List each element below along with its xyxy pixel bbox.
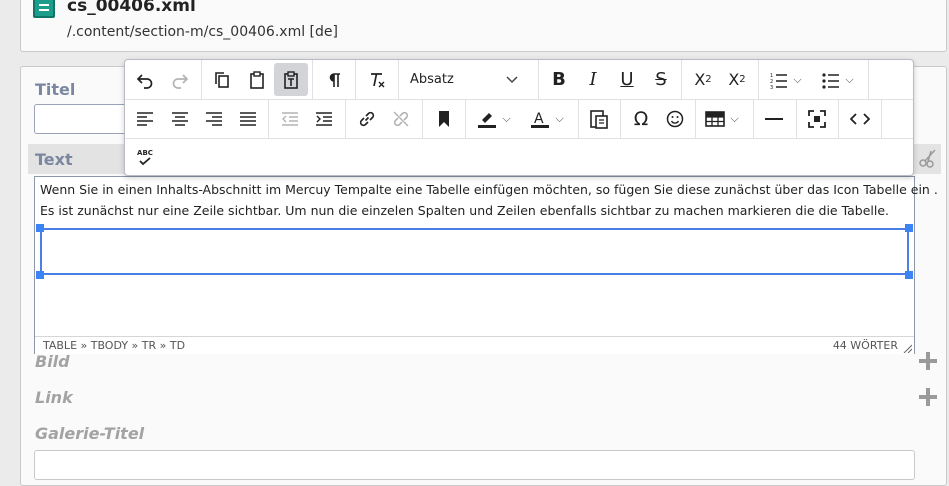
- resize-grip-icon[interactable]: [902, 343, 912, 353]
- spellcheck-button[interactable]: ABC: [128, 141, 162, 174]
- highlight-color-button[interactable]: ⌵: [470, 102, 518, 135]
- editor-line: Wenn Sie in einen Inhalts-Abschnitt im M…: [40, 182, 938, 197]
- redo-button[interactable]: [163, 63, 197, 96]
- numbered-list-button[interactable]: 123 ⌵: [763, 63, 809, 96]
- link-label: Link: [35, 388, 73, 407]
- decrease-indent-button[interactable]: [273, 102, 307, 135]
- galerie-titel-label: Galerie-Titel: [35, 424, 145, 443]
- superscript-button[interactable]: X2: [720, 63, 754, 96]
- paragraph-format-dropdown[interactable]: Absatz: [410, 63, 528, 96]
- word-count: 44 WÖRTER: [832, 339, 898, 352]
- element-path[interactable]: TABLE » TBODY » TR » TD: [43, 339, 185, 352]
- justify-button[interactable]: [231, 102, 265, 135]
- chevron-down-icon: ⌵: [555, 111, 564, 125]
- toolbar-row-3: ABC: [125, 138, 913, 177]
- bookmark-icon[interactable]: [427, 102, 461, 135]
- italic-button[interactable]: I: [576, 63, 610, 96]
- resize-handle-top-left[interactable]: [36, 224, 44, 232]
- chevron-down-icon: ⌵: [793, 72, 802, 86]
- file-title: cs_00406.xml: [67, 0, 196, 16]
- show-blocks-button[interactable]: [317, 63, 351, 96]
- add-bild-icon[interactable]: [919, 352, 937, 370]
- spellcheck-label: ABC: [137, 149, 153, 157]
- editor-toolbar: Absatz B I U S X2 X2 123 ⌵ ⌵ ⌵ A ⌵ Ω ⌵ A…: [124, 59, 914, 176]
- resize-handle-bottom-left[interactable]: [36, 271, 44, 279]
- add-link-icon[interactable]: [919, 388, 937, 406]
- galerie-titel-input[interactable]: [34, 450, 915, 480]
- chevron-down-icon: ⌵: [730, 111, 739, 125]
- scissors-icon[interactable]: [918, 148, 938, 168]
- paragraph-format-value: Absatz: [410, 72, 454, 87]
- resize-handle-bottom-right[interactable]: [905, 271, 913, 279]
- file-path: /.content/section-m/cs_00406.xml [de]: [67, 24, 338, 40]
- svg-text:A: A: [534, 111, 544, 127]
- xml-file-icon: [33, 0, 55, 18]
- paste-as-text-button[interactable]: [274, 63, 308, 96]
- titel-label: Titel: [35, 80, 76, 99]
- undo-button[interactable]: [128, 63, 162, 96]
- subscript-button[interactable]: X2: [686, 63, 720, 96]
- toolbar-row-1: Absatz B I U S X2 X2 123 ⌵ ⌵: [125, 60, 913, 100]
- toolbar-row-2: ⌵ A ⌵ Ω ⌵: [125, 99, 913, 139]
- selected-table[interactable]: [40, 228, 909, 275]
- chevron-down-icon: ⌵: [845, 72, 854, 86]
- link-button[interactable]: [350, 102, 384, 135]
- source-code-button[interactable]: [843, 102, 877, 135]
- svg-text:3: 3: [770, 85, 773, 89]
- align-center-button[interactable]: [163, 102, 197, 135]
- underline-button[interactable]: U: [610, 63, 644, 96]
- unlink-button[interactable]: [384, 102, 418, 135]
- editor-content[interactable]: Wenn Sie in einen Inhalts-Abschnitt im M…: [40, 179, 938, 221]
- chevron-down-icon: [506, 75, 518, 84]
- increase-indent-button[interactable]: [307, 102, 341, 135]
- editor-line: Es ist zunächst nur eine Zeile sichtbar.…: [40, 203, 890, 218]
- bild-label: Bild: [35, 352, 70, 371]
- copy-button[interactable]: [205, 63, 239, 96]
- align-right-button[interactable]: [197, 102, 231, 135]
- bold-button[interactable]: B: [542, 63, 576, 96]
- emoji-button[interactable]: [658, 102, 692, 135]
- resize-handle-top-right[interactable]: [905, 224, 913, 232]
- fullscreen-button[interactable]: [800, 102, 834, 135]
- chevron-down-icon: ⌵: [502, 111, 511, 125]
- table-button[interactable]: ⌵: [699, 102, 745, 135]
- bulleted-list-button[interactable]: ⌵: [815, 63, 861, 96]
- paste-button[interactable]: [240, 63, 274, 96]
- strikethrough-button[interactable]: S: [644, 63, 678, 96]
- special-character-button[interactable]: Ω: [624, 102, 658, 135]
- text-color-button[interactable]: A ⌵: [523, 102, 571, 135]
- text-label: Text: [35, 150, 73, 169]
- clear-formatting-button[interactable]: [360, 63, 394, 96]
- template-button[interactable]: [582, 102, 616, 135]
- horizontal-line-button[interactable]: [757, 102, 791, 135]
- align-left-button[interactable]: [128, 102, 162, 135]
- editor-statusbar: TABLE » TBODY » TR » TD 44 WÖRTER: [35, 336, 914, 354]
